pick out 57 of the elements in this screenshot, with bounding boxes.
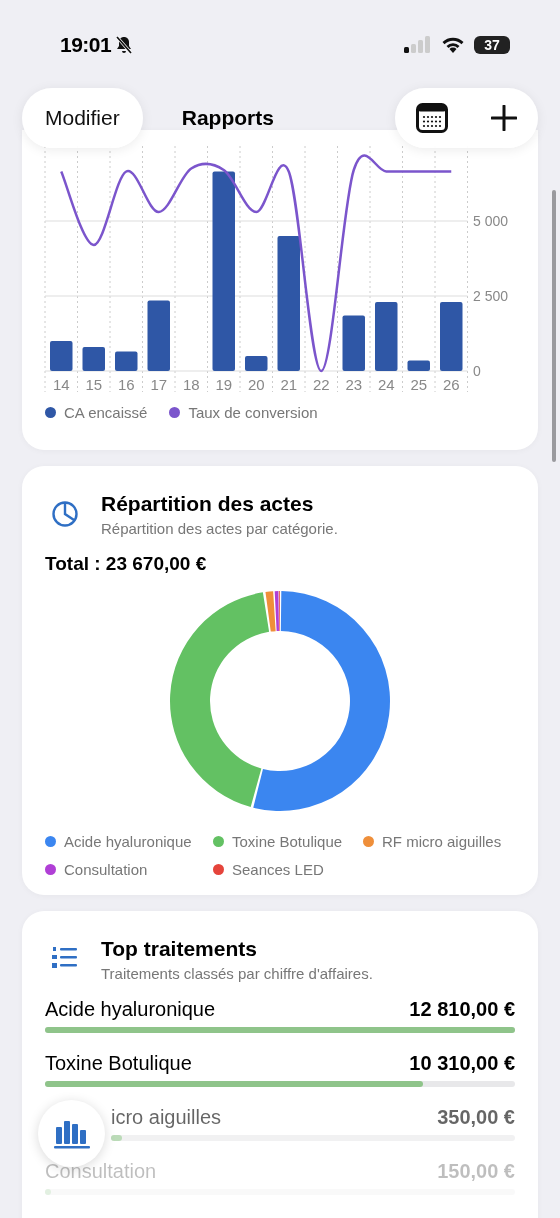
- legend-label: Toxine Botulique: [232, 833, 343, 850]
- x-axis-label: 24: [377, 376, 395, 393]
- y-axis-label: 0: [473, 363, 481, 379]
- revenue-bar: [147, 300, 170, 371]
- x-axis-label: 17: [150, 376, 168, 393]
- calendar-icon[interactable]: [416, 103, 449, 133]
- treatment-amount: 12 810,00 €: [409, 998, 515, 1021]
- revenue-bar: [342, 315, 365, 371]
- revenue-bar: [50, 341, 73, 371]
- x-axis-label: 15: [85, 376, 103, 393]
- revenue-bar: [407, 360, 430, 371]
- x-axis-label: 16: [117, 376, 135, 393]
- bar-chart-icon: [53, 1118, 90, 1149]
- revenue-bar: [375, 302, 398, 371]
- wifi-icon: [441, 36, 465, 54]
- treatment-amount: 10 310,00 €: [409, 1052, 515, 1075]
- treatment-name: Consultation: [45, 1160, 157, 1183]
- treatment-name: Acide hyaluronique: [45, 998, 216, 1021]
- x-axis-label: 23: [345, 376, 363, 393]
- status-time: 19:01: [60, 33, 112, 57]
- x-axis-label: 25: [410, 376, 428, 393]
- nav-title: Rapports: [180, 106, 275, 130]
- treatment-name: icro aiguilles: [111, 1106, 222, 1129]
- x-axis-label: 20: [247, 376, 265, 393]
- y-axis-label: 5 000: [473, 213, 509, 229]
- x-axis-label: 14: [52, 376, 70, 393]
- x-axis-label: 19: [215, 376, 233, 393]
- legend-label: CA encaissé: [64, 404, 148, 421]
- signal-icon: [404, 36, 432, 54]
- battery-icon: 37: [474, 36, 510, 54]
- add-icon[interactable]: [490, 105, 517, 131]
- card-title: Répartition des actes: [101, 492, 315, 516]
- card-subtitle: Répartition des actes par catégorie.: [101, 520, 338, 537]
- x-axis-label: 21: [280, 376, 298, 393]
- pie-chart-icon: [51, 500, 79, 528]
- x-axis-label: 18: [182, 376, 200, 393]
- legend-label: Acide hyaluronique: [64, 833, 192, 850]
- card-subtitle: Traitements classés par chiffre d'affaires.: [101, 965, 373, 982]
- treatment-name: Toxine Botulique: [45, 1052, 192, 1075]
- card-title: Top traitements: [101, 937, 258, 961]
- legend-label: Seances LED: [232, 861, 324, 878]
- x-axis-label: 22: [312, 376, 330, 393]
- total-amount: Total : 23 670,00 €: [45, 553, 208, 575]
- treatment-amount: 350,00 €: [437, 1106, 515, 1129]
- revenue-bar: [245, 356, 268, 371]
- bell-slash-icon: [114, 35, 135, 55]
- treatment-amount: 150,00 €: [437, 1160, 515, 1183]
- revenue-bar: [82, 347, 105, 371]
- revenue-bar: [115, 351, 138, 371]
- x-axis-label: 26: [442, 376, 460, 393]
- modifier-button[interactable]: Modifier: [22, 88, 143, 148]
- legend-label: RF micro aiguilles: [382, 833, 502, 850]
- y-axis-label: 2 500: [473, 288, 509, 304]
- legend-label: Consultation: [64, 861, 148, 878]
- revenue-bar: [440, 302, 463, 371]
- legend-label: Taux de conversion: [188, 404, 318, 421]
- numbered-list-icon: [51, 945, 79, 971]
